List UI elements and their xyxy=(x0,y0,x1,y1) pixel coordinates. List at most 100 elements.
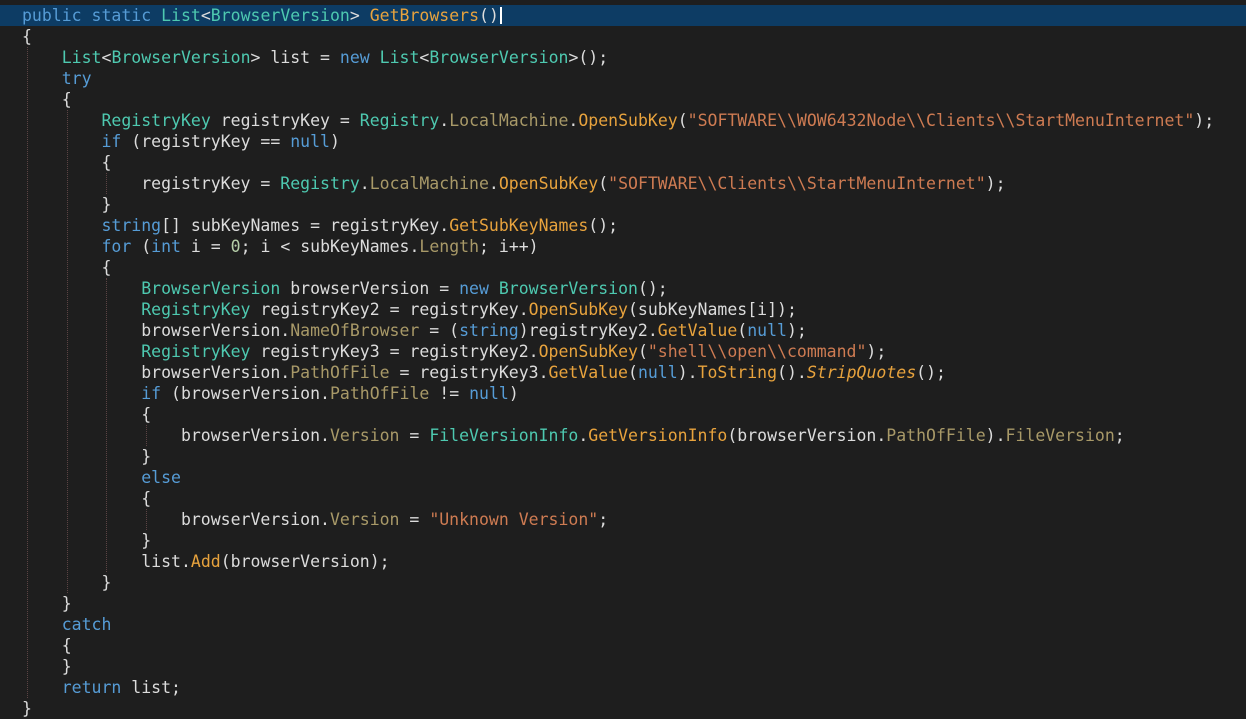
code-token-extension: StripQuotes xyxy=(807,363,916,382)
code-token-method: GetValue xyxy=(549,363,628,382)
code-line: } xyxy=(0,593,1246,614)
code-line: if (registryKey == null) xyxy=(0,131,1246,152)
code-token-property: PathOfFile xyxy=(330,384,429,403)
code-token-keyword: string xyxy=(101,216,161,235)
code-token-plain: (); xyxy=(588,216,618,235)
code-token-plain: ( xyxy=(598,174,608,193)
code-line: { xyxy=(0,89,1246,110)
code-token-type: Registry xyxy=(360,111,439,130)
code-token-keyword: public xyxy=(22,6,82,25)
code-token-plain: browserVersion. xyxy=(22,363,290,382)
code-token-plain xyxy=(22,468,141,487)
code-token-plain: (). xyxy=(777,363,807,382)
code-token-plain: { xyxy=(22,258,111,277)
code-token-property: Length xyxy=(419,237,479,256)
code-token-plain: registryKey = xyxy=(22,174,280,193)
code-token-plain: . xyxy=(568,111,578,130)
code-token-plain xyxy=(22,48,62,67)
code-token-plain xyxy=(22,678,62,697)
code-token-method: OpenSubKey xyxy=(539,342,638,361)
code-line: RegistryKey registryKey3 = registryKey2.… xyxy=(0,341,1246,362)
code-token-type: List xyxy=(62,48,102,67)
code-token-type: FileVersionInfo xyxy=(429,426,578,445)
code-token-type: RegistryKey xyxy=(141,300,250,319)
code-line: RegistryKey registryKey = Registry.Local… xyxy=(0,110,1246,131)
code-line: } xyxy=(0,572,1246,593)
code-token-plain: ). xyxy=(986,426,1006,445)
code-token-plain: list. xyxy=(22,552,191,571)
code-token-plain: != xyxy=(429,384,469,403)
code-token-plain: } xyxy=(22,657,72,676)
code-token-plain: (browserVersion); xyxy=(221,552,390,571)
code-token-type: List xyxy=(380,48,420,67)
code-token-type: BrowserVersion xyxy=(211,6,350,25)
code-token-plain: { xyxy=(22,27,32,46)
code-token-plain: ). xyxy=(678,363,698,382)
code-token-property: PathOfFile xyxy=(290,363,389,382)
code-token-type: RegistryKey xyxy=(141,342,250,361)
code-line: browserVersion.Version = "Unknown Versio… xyxy=(0,509,1246,530)
code-line: { xyxy=(0,152,1246,173)
code-line: browserVersion.PathOfFile = registryKey3… xyxy=(0,362,1246,383)
code-line: else xyxy=(0,467,1246,488)
code-token-plain: } xyxy=(22,531,151,550)
code-token-plain: { xyxy=(22,90,72,109)
code-token-type: BrowserVersion xyxy=(499,279,638,298)
code-token-keyword: else xyxy=(141,468,181,487)
code-line: { xyxy=(0,635,1246,656)
text-caret xyxy=(500,7,502,24)
code-token-plain xyxy=(22,132,101,151)
code-token-type: BrowserVersion xyxy=(141,279,280,298)
code-token-plain xyxy=(82,6,92,25)
code-token-plain: ); xyxy=(986,174,1006,193)
code-token-plain: } xyxy=(22,573,111,592)
code-line: { xyxy=(0,488,1246,509)
code-token-plain: > list = xyxy=(251,48,340,67)
code-token-method: GetValue xyxy=(658,321,737,340)
code-token-method: OpenSubKey xyxy=(578,111,677,130)
code-token-plain: ; xyxy=(598,510,608,529)
code-line: } xyxy=(0,530,1246,551)
code-token-plain: { xyxy=(22,405,151,424)
code-token-string: "shell\\open\\command" xyxy=(648,342,867,361)
code-line: registryKey = Registry.LocalMachine.Open… xyxy=(0,173,1246,194)
code-token-keyword: new xyxy=(340,48,370,67)
code-token-plain: (); xyxy=(916,363,946,382)
code-line: } xyxy=(0,194,1246,215)
code-token-plain xyxy=(22,216,101,235)
code-token-plain xyxy=(489,279,499,298)
code-token-plain: ) xyxy=(330,132,340,151)
code-token-number: 0 xyxy=(231,237,241,256)
code-area[interactable]: public static List<BrowserVersion> GetBr… xyxy=(0,5,1246,718)
code-token-plain: (subKeyNames[i]); xyxy=(628,300,797,319)
code-token-plain: } xyxy=(22,195,111,214)
code-token-keyword: try xyxy=(62,69,92,88)
code-token-plain: < xyxy=(102,48,112,67)
code-token-plain xyxy=(22,279,141,298)
code-token-plain: registryKey = xyxy=(211,111,360,130)
code-token-method: Add xyxy=(191,552,221,571)
code-token-keyword: static xyxy=(92,6,152,25)
code-token-plain: } xyxy=(22,447,151,466)
code-token-keyword: if xyxy=(141,384,161,403)
code-token-plain: browserVersion. xyxy=(22,426,330,445)
code-line: browserVersion.Version = FileVersionInfo… xyxy=(0,425,1246,446)
code-line-current: public static List<BrowserVersion> GetBr… xyxy=(0,5,1246,26)
code-token-method: GetBrowsers xyxy=(370,6,479,25)
code-line: } xyxy=(0,698,1246,719)
code-token-plain xyxy=(22,69,62,88)
code-token-plain: )registryKey2. xyxy=(519,321,658,340)
code-token-plain: [] subKeyNames = registryKey. xyxy=(161,216,449,235)
code-line: { xyxy=(0,26,1246,47)
code-token-plain: ); xyxy=(787,321,807,340)
code-token-plain: { xyxy=(22,153,111,172)
code-token-plain: browserVersion. xyxy=(22,321,290,340)
code-token-property: FileVersion xyxy=(1006,426,1115,445)
code-token-plain: = xyxy=(400,510,430,529)
code-editor[interactable]: public static List<BrowserVersion> GetBr… xyxy=(0,0,1246,718)
code-token-plain xyxy=(22,342,141,361)
code-line: try xyxy=(0,68,1246,89)
code-line: RegistryKey registryKey2 = registryKey.O… xyxy=(0,299,1246,320)
code-token-keyword: return xyxy=(62,678,122,697)
code-token-method: OpenSubKey xyxy=(499,174,598,193)
